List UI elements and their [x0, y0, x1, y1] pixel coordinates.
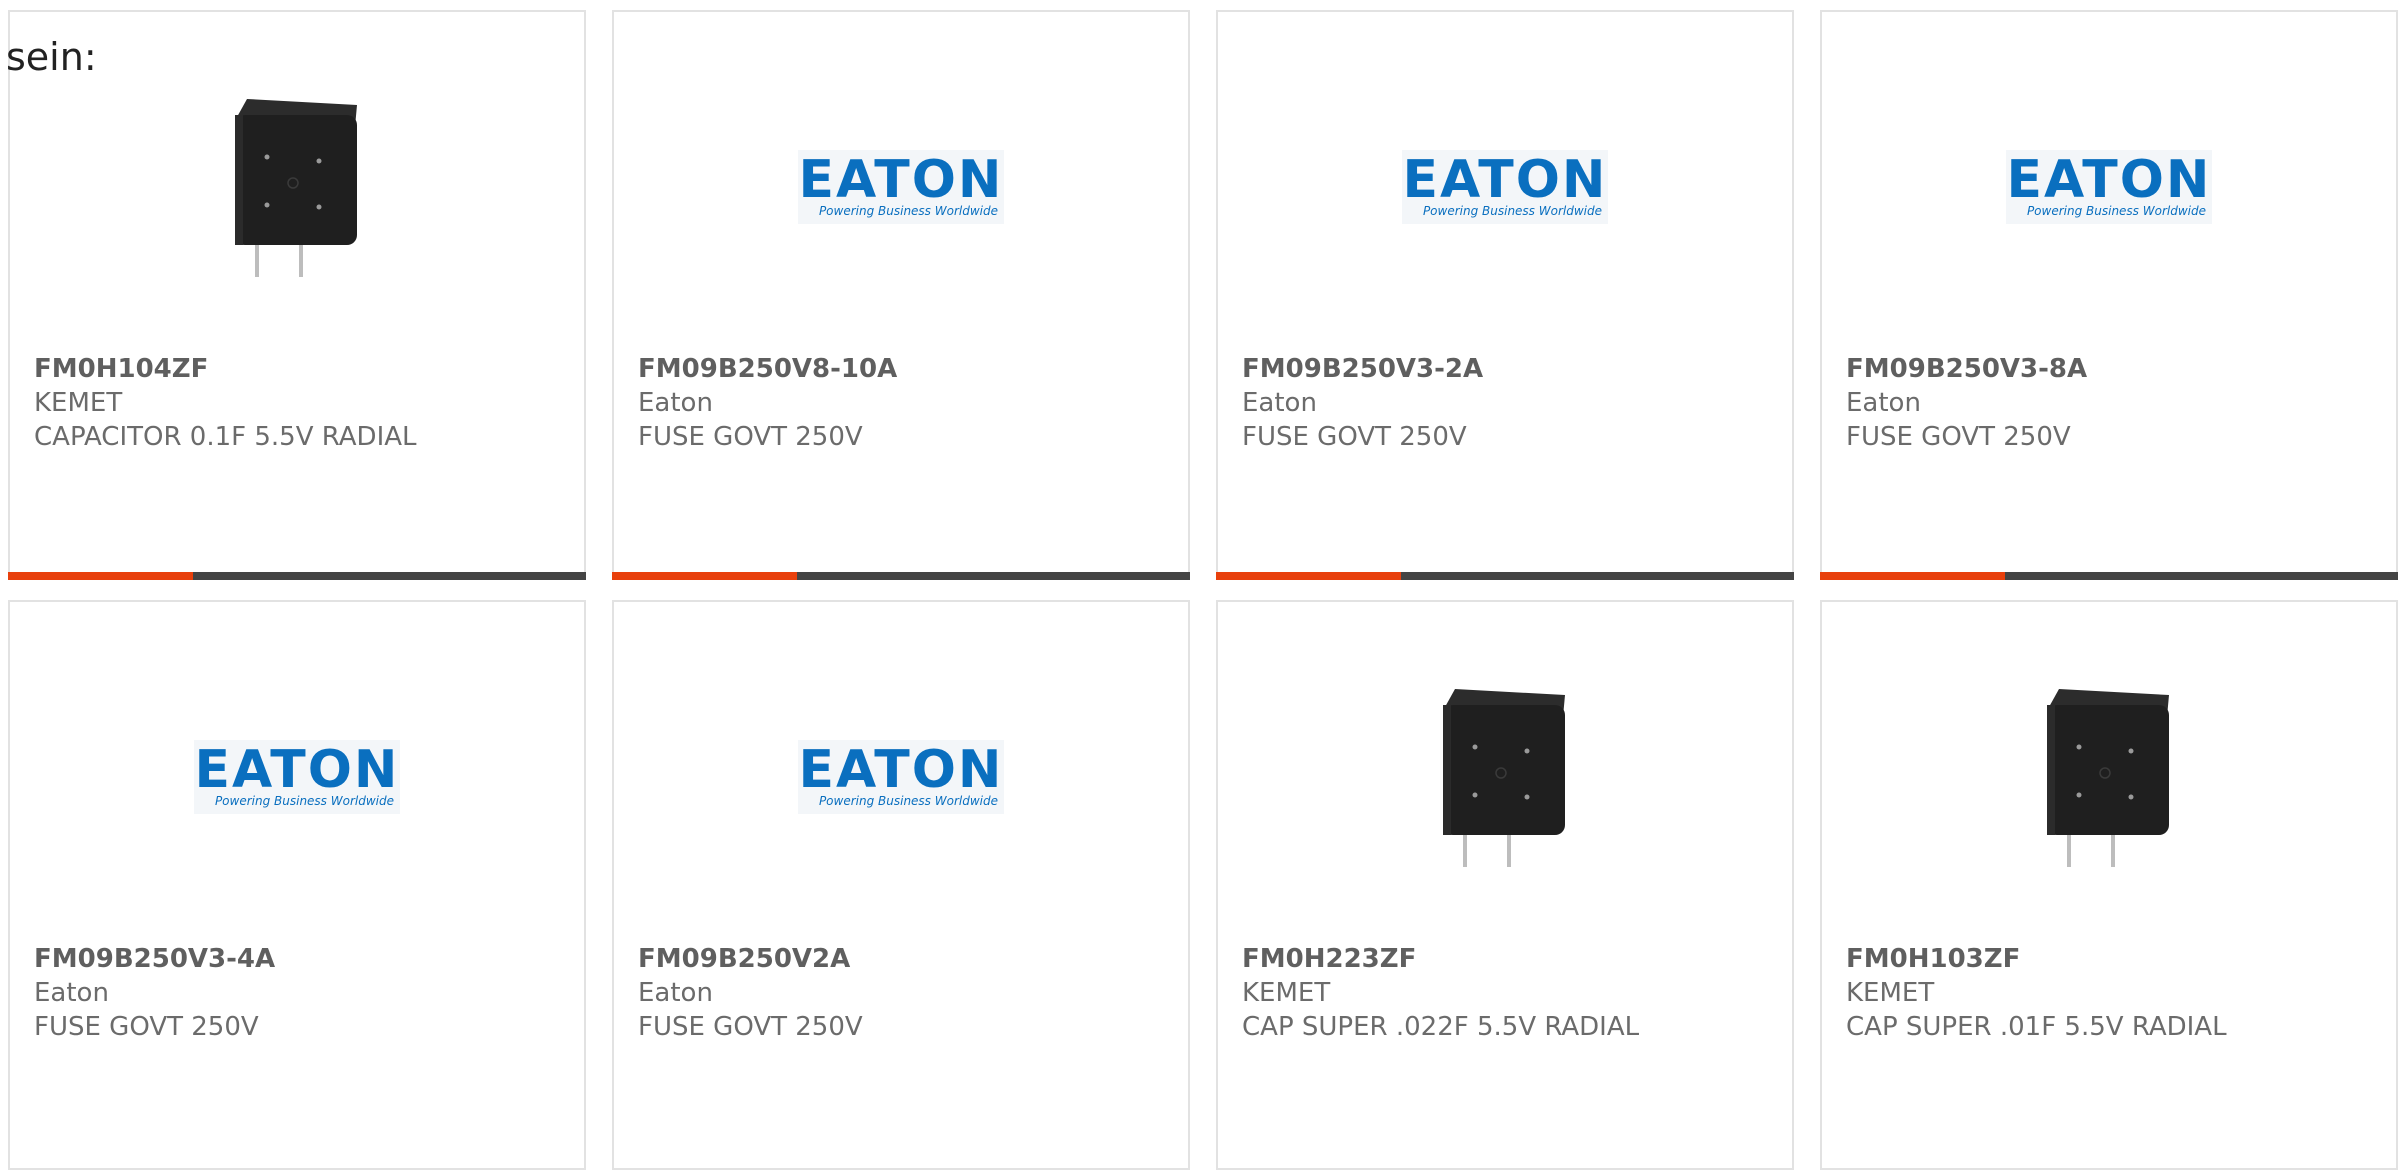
logo-word: EATON [2006, 150, 2212, 210]
product-card[interactable]: FM0H104ZF KEMET CAPACITOR 0.1F 5.5V RADI… [8, 10, 586, 580]
bar-accent [1820, 572, 2005, 580]
product-info: FM09B250V2A Eaton FUSE GOVT 250V [638, 942, 1168, 1044]
card-bottom-bar [612, 572, 1190, 580]
part-number[interactable]: FM09B250V8-10A [638, 352, 1168, 386]
manufacturer: Eaton [1846, 388, 1921, 418]
intro-text: sein: [6, 35, 97, 79]
product-card[interactable]: EATON Powering Business Worldwide FM09B2… [612, 600, 1190, 1170]
product-card[interactable]: FM0H103ZF KEMET CAP SUPER .01F 5.5V RADI… [1820, 600, 2398, 1170]
card-bottom-bar [1216, 572, 1794, 580]
logo-tagline: Powering Business Worldwide [1422, 204, 1602, 218]
card-bottom-bar [8, 572, 586, 580]
supercapacitor-image [1443, 689, 1565, 867]
logo-tagline: Powering Business Worldwide [818, 204, 998, 218]
product-info: FM09B250V3-4A Eaton FUSE GOVT 250V [34, 942, 564, 1044]
product-info: FM0H103ZF KEMET CAP SUPER .01F 5.5V RADI… [1846, 942, 2376, 1044]
card-bottom-bar [1820, 572, 2398, 580]
product-card[interactable]: EATON Powering Business Worldwide FM09B2… [8, 600, 586, 1170]
product-grid: FM0H104ZF KEMET CAPACITOR 0.1F 5.5V RADI… [8, 10, 2400, 1170]
part-number[interactable]: FM09B250V3-4A [34, 942, 564, 976]
logo-word: EATON [194, 740, 400, 800]
eaton-logo: EATON Powering Business Worldwide [1402, 150, 1608, 224]
product-card[interactable]: EATON Powering Business Worldwide FM09B2… [612, 10, 1190, 580]
description: CAP SUPER .022F 5.5V RADIAL [1242, 1012, 1640, 1042]
product-info: FM0H223ZF KEMET CAP SUPER .022F 5.5V RAD… [1242, 942, 1772, 1044]
product-info: FM09B250V3-8A Eaton FUSE GOVT 250V [1846, 352, 2376, 454]
product-card[interactable]: EATON Powering Business Worldwide FM09B2… [1820, 10, 2398, 580]
eaton-logo: EATON Powering Business Worldwide [798, 740, 1004, 814]
bar-accent [8, 572, 193, 580]
part-number[interactable]: FM09B250V3-2A [1242, 352, 1772, 386]
part-number[interactable]: FM09B250V2A [638, 942, 1168, 976]
product-image: EATON Powering Business Worldwide [10, 662, 584, 892]
description: FUSE GOVT 250V [34, 1012, 259, 1042]
product-card[interactable]: EATON Powering Business Worldwide FM09B2… [1216, 10, 1794, 580]
logo-word: EATON [1402, 150, 1608, 210]
manufacturer: KEMET [1242, 978, 1331, 1008]
logo-word: EATON [798, 740, 1004, 800]
manufacturer: Eaton [638, 978, 713, 1008]
product-card[interactable]: FM0H223ZF KEMET CAP SUPER .022F 5.5V RAD… [1216, 600, 1794, 1170]
description: CAPACITOR 0.1F 5.5V RADIAL [34, 422, 417, 452]
product-image: EATON Powering Business Worldwide [614, 662, 1188, 892]
product-image: EATON Powering Business Worldwide [1822, 72, 2396, 302]
supercapacitor-image [235, 99, 357, 277]
product-image [1218, 662, 1792, 892]
logo-tagline: Powering Business Worldwide [214, 794, 394, 808]
logo-tagline: Powering Business Worldwide [2026, 204, 2206, 218]
manufacturer: Eaton [1242, 388, 1317, 418]
description: FUSE GOVT 250V [638, 1012, 863, 1042]
bar-accent [1216, 572, 1401, 580]
description: FUSE GOVT 250V [1242, 422, 1467, 452]
description: FUSE GOVT 250V [1846, 422, 2071, 452]
description: FUSE GOVT 250V [638, 422, 863, 452]
product-info: FM09B250V8-10A Eaton FUSE GOVT 250V [638, 352, 1168, 454]
eaton-logo: EATON Powering Business Worldwide [2006, 150, 2212, 224]
manufacturer: KEMET [1846, 978, 1935, 1008]
part-number[interactable]: FM0H104ZF [34, 352, 564, 386]
product-image: EATON Powering Business Worldwide [614, 72, 1188, 302]
part-number[interactable]: FM0H223ZF [1242, 942, 1772, 976]
part-number[interactable]: FM09B250V3-8A [1846, 352, 2376, 386]
manufacturer: Eaton [34, 978, 109, 1008]
product-image [10, 72, 584, 302]
product-info: FM0H104ZF KEMET CAPACITOR 0.1F 5.5V RADI… [34, 352, 564, 454]
supercapacitor-image [2047, 689, 2169, 867]
product-image: EATON Powering Business Worldwide [1218, 72, 1792, 302]
bar-accent [612, 572, 797, 580]
part-number[interactable]: FM0H103ZF [1846, 942, 2376, 976]
eaton-logo: EATON Powering Business Worldwide [194, 740, 400, 814]
manufacturer: KEMET [34, 388, 123, 418]
eaton-logo: EATON Powering Business Worldwide [798, 150, 1004, 224]
description: CAP SUPER .01F 5.5V RADIAL [1846, 1012, 2227, 1042]
manufacturer: Eaton [638, 388, 713, 418]
logo-tagline: Powering Business Worldwide [818, 794, 998, 808]
logo-word: EATON [798, 150, 1004, 210]
product-image [1822, 662, 2396, 892]
product-info: FM09B250V3-2A Eaton FUSE GOVT 250V [1242, 352, 1772, 454]
